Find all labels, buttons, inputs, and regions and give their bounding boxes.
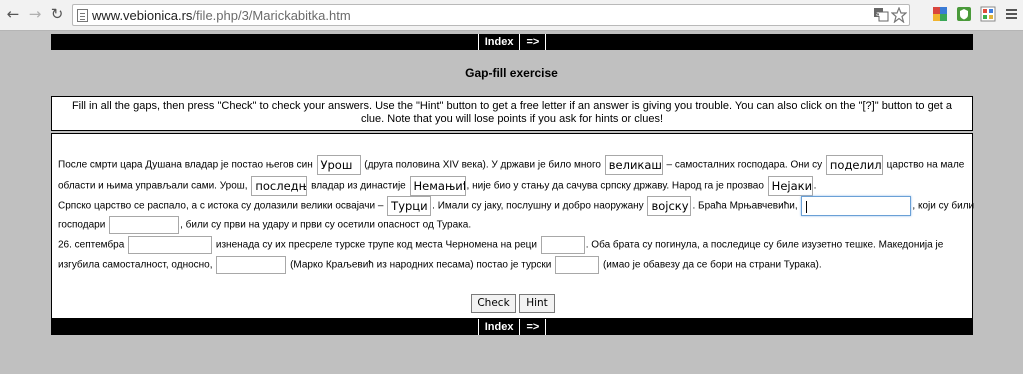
- extension-shield-icon[interactable]: [956, 6, 972, 22]
- svg-text:a: a: [876, 10, 880, 18]
- exercise-text: Српско царство се распало, а с истока су…: [58, 200, 384, 212]
- gap-input-10[interactable]: [109, 216, 180, 234]
- exercise-text: (Марко Краљевић из народних песама) пост…: [290, 259, 552, 271]
- back-icon[interactable]: ←: [4, 5, 22, 23]
- translate-icon[interactable]: a: [874, 8, 889, 22]
- menu-icon[interactable]: [1004, 6, 1020, 22]
- exercise-text: царство на мале: [886, 159, 965, 171]
- gap-input-6[interactable]: Нејаки: [767, 176, 813, 196]
- gap-input-3[interactable]: поделили: [825, 155, 883, 175]
- exercise-text: владар из династије: [311, 180, 406, 192]
- browser-toolbar: ← → ↻ www.vebionica.rs/file.php/3/Marick…: [0, 0, 1023, 31]
- page-title: Gap-fill exercise: [465, 66, 558, 80]
- index-link[interactable]: Index: [477, 34, 520, 50]
- instructions: Fill in all the gaps, then press "Check"…: [51, 96, 973, 131]
- exercise-text: – самосталних господара. Они су: [666, 159, 823, 171]
- gap-input-13[interactable]: [216, 256, 287, 274]
- exercise-text: . Браћа Мрњавчевићи,: [692, 200, 798, 212]
- next-link[interactable]: =>: [519, 319, 547, 335]
- exercise-text: После смрти цара Душана владар је постао…: [58, 159, 313, 171]
- text-caret: [806, 200, 808, 213]
- gap-input-9[interactable]: [801, 196, 912, 216]
- exercise-text: , није био у стању да сачува српску држа…: [466, 180, 764, 192]
- gap-input-7[interactable]: Турци: [387, 196, 432, 216]
- hint-button[interactable]: Hint: [519, 294, 555, 313]
- forward-icon[interactable]: →: [26, 5, 44, 23]
- gap-input-5[interactable]: Немањић: [409, 176, 466, 196]
- exercise-text: изгубила самосталност, односно,: [58, 259, 213, 271]
- exercise-line-5: 26. септембра изненада су их пресреле ту…: [58, 236, 943, 254]
- exercise-text: (друга половина XIV века). У држави је б…: [364, 159, 601, 171]
- url-path: /file.php/3/Marickabitka.htm: [192, 8, 351, 23]
- exercise-text: , били су први на удару и први су осетил…: [180, 219, 472, 231]
- gap-input-2[interactable]: великаша: [604, 155, 663, 175]
- check-button[interactable]: Check: [471, 294, 516, 313]
- exercise-text: . Имали су јаку, послушну и добро наоруж…: [432, 200, 644, 212]
- exercise-text: 26. септембра: [58, 239, 125, 251]
- exercise-text: , који су били: [912, 200, 975, 212]
- exercise-line-1: После смрти цара Душана владар је постао…: [58, 155, 964, 175]
- url-host: www.vebionica.rs: [92, 8, 193, 23]
- exercise-line-3: Српско царство се распало, а с истока су…: [58, 196, 974, 216]
- gap-input-11[interactable]: [128, 236, 213, 254]
- exercise-text: изненада су их пресреле турске трупе код…: [215, 239, 537, 251]
- exercise-text: . Оба брата су погинула, а последице су …: [585, 239, 944, 251]
- gap-input-4[interactable]: последњи: [251, 176, 308, 196]
- exercise-line-2: области и њима управљали сами. Урош, пос…: [58, 176, 816, 196]
- exercise-text: господари: [58, 219, 106, 231]
- top-navbar: Index =>: [51, 34, 973, 50]
- extension-grid-icon[interactable]: [980, 6, 996, 22]
- exercise-panel: После смрти цара Душана владар је постао…: [51, 133, 974, 319]
- index-link[interactable]: Index: [477, 319, 520, 335]
- gap-input-1[interactable]: Урош: [316, 155, 361, 175]
- address-bar[interactable]: www.vebionica.rs/file.php/3/Marickabitka…: [72, 4, 910, 26]
- exercise-text: (имао је обавезу да се бори на страни Ту…: [602, 259, 822, 271]
- extension-colors-icon[interactable]: [932, 6, 948, 22]
- exercise-line-4: господари , били су први на удару и први…: [58, 216, 471, 234]
- exercise-line-6: изгубила самосталност, односно, (Марко К…: [58, 256, 822, 274]
- gap-input-8[interactable]: војску: [647, 196, 692, 216]
- next-link[interactable]: =>: [519, 34, 547, 50]
- exercise-text: .: [813, 180, 817, 192]
- page-icon: [77, 9, 88, 22]
- reload-icon[interactable]: ↻: [48, 5, 66, 23]
- gap-input-12[interactable]: [540, 236, 585, 254]
- exercise-text: области и њима управљали сами. Урош,: [58, 180, 248, 192]
- bookmark-star-icon[interactable]: [891, 7, 907, 23]
- bottom-navbar: Index =>: [51, 319, 973, 335]
- url-text: www.vebionica.rs/file.php/3/Marickabitka…: [92, 8, 351, 23]
- gap-input-14[interactable]: [555, 256, 600, 274]
